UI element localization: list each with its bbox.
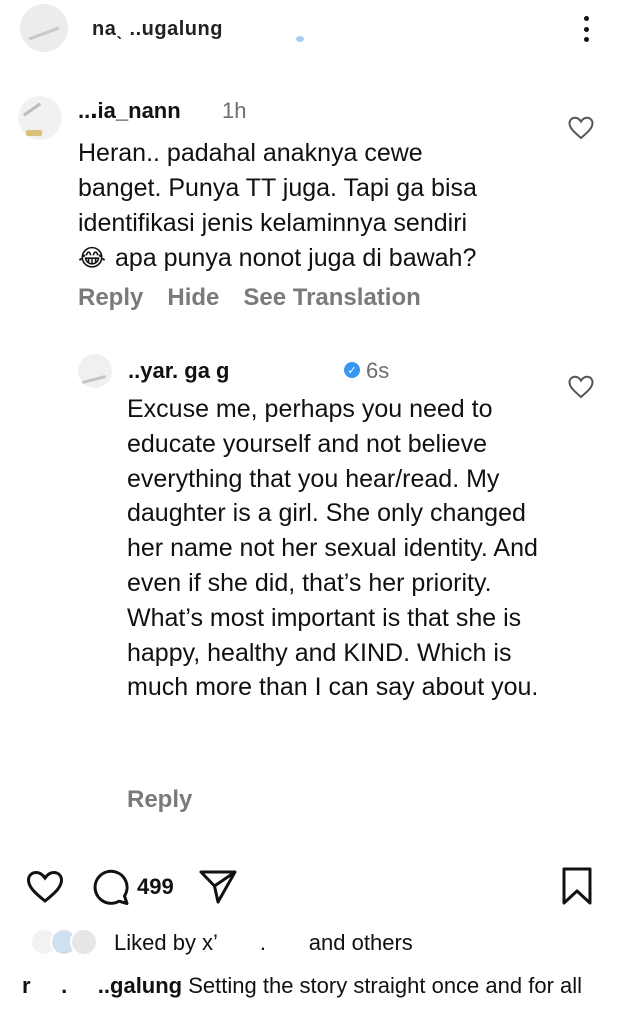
comment-actions: Reply Hide See Translation <box>78 284 421 312</box>
author-avatar[interactable] <box>20 4 68 52</box>
caption-text: Setting the story straight once and for … <box>182 973 583 998</box>
post-caption: r . ..galung Setting the story straight … <box>22 969 612 1003</box>
hide-button[interactable]: Hide <box>167 284 219 312</box>
comment-text: Heran.. padahal anaknya cewe banget. Pun… <box>78 136 548 276</box>
more-vertical-icon[interactable] <box>576 14 596 44</box>
replier-username[interactable]: ..yar. ga g <box>128 358 230 384</box>
comment-count[interactable]: 499 <box>137 874 174 900</box>
caption-username[interactable]: r . ..galung <box>22 973 182 998</box>
comment-line: banget. Punya TT juga. Tapi ga bisa <box>78 174 477 202</box>
comment-line: identifikasi jenis kelaminnya sendiri <box>78 209 468 237</box>
reply-text: Excuse me, perhaps you need to educate y… <box>127 395 539 702</box>
commenter-avatar[interactable] <box>18 96 62 140</box>
comment-bubble-icon[interactable] <box>91 868 131 906</box>
like-heart-icon[interactable] <box>26 870 64 904</box>
reply-like-heart-icon[interactable] <box>568 375 594 399</box>
verified-badge-icon: ✓ <box>344 362 360 378</box>
paper-plane-icon[interactable] <box>198 868 238 906</box>
liker-avatar <box>70 928 98 956</box>
comment-line: Heran.. padahal anaknya cewe <box>78 139 423 167</box>
liked-by-text[interactable]: Liked by x’ . and others <box>114 930 413 956</box>
post-comments-view: naˎ ..ugalung ..․ia_nann 1h Heran.. pada… <box>0 0 622 1024</box>
reply-button[interactable]: Reply <box>78 284 143 312</box>
comment-timestamp: 1h <box>222 98 247 123</box>
reply-timestamp: 6s <box>366 358 390 383</box>
comment-line: 😂 apa punya nonot juga di bawah? <box>78 241 548 276</box>
comment-like-heart-icon[interactable] <box>568 116 594 140</box>
liker-avatars[interactable] <box>30 924 106 960</box>
replier-avatar[interactable] <box>78 354 112 388</box>
post-header: naˎ ..ugalung <box>0 0 622 64</box>
reply-button[interactable]: Reply <box>127 786 192 814</box>
commenter-username[interactable]: ..․ia_nann <box>78 98 181 124</box>
verified-badge-icon <box>296 36 304 42</box>
author-username[interactable]: naˎ ..ugalung <box>92 18 223 41</box>
bookmark-icon[interactable] <box>560 866 594 906</box>
laughing-emoji-icon: 😂 <box>78 245 107 272</box>
see-translation-button[interactable]: See Translation <box>243 284 420 312</box>
